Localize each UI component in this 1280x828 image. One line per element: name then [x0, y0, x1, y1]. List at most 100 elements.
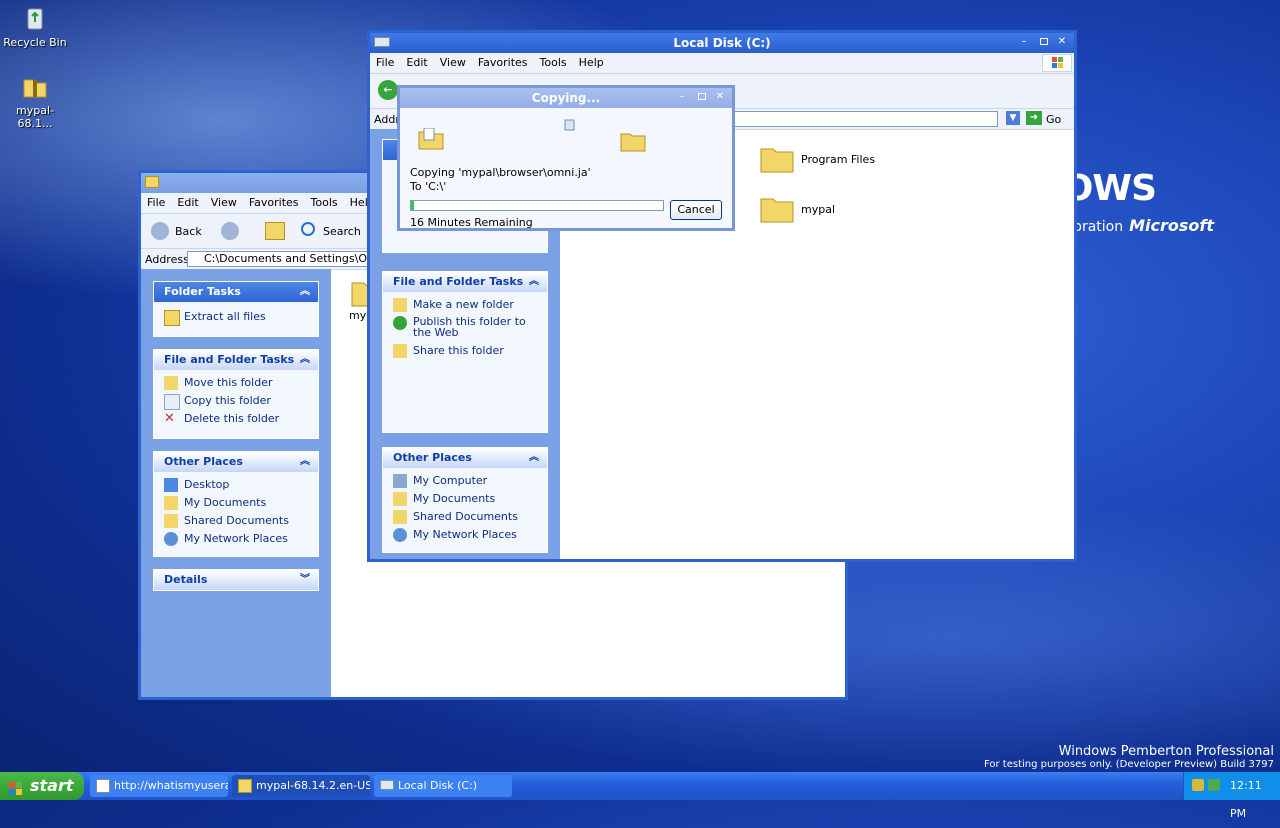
front-window-titlebar[interactable]: Local Disk (C:) – ✕ — [370, 33, 1074, 53]
zip-folder-icon — [21, 72, 49, 100]
mypal-zip-label: mypal-68.1... — [16, 104, 54, 130]
folder-icon — [145, 176, 159, 188]
my-computer-link[interactable]: My Computer — [383, 472, 547, 490]
network-places-link[interactable]: My Network Places — [383, 526, 547, 544]
search-button-label[interactable]: Search — [323, 225, 361, 238]
start-button[interactable]: start — [0, 772, 84, 800]
extract-all-files-link[interactable]: Extract all files — [154, 308, 318, 326]
menu-edit[interactable]: Edit — [400, 53, 433, 72]
back-address-input[interactable]: C:\Documents and Settings\Owner\De — [187, 251, 375, 267]
front-other-places-panel: Other Places ︽ My Computer My Documents S… — [382, 447, 548, 553]
menu-view[interactable]: View — [205, 193, 243, 212]
delete-folder-link[interactable]: ✕ Delete this folder — [154, 410, 318, 428]
close-button[interactable]: ✕ — [1056, 36, 1068, 48]
copy-icon — [164, 394, 180, 410]
cancel-button[interactable]: Cancel — [670, 200, 722, 220]
back-arrow-icon[interactable] — [151, 222, 169, 240]
network-places-icon — [393, 528, 407, 542]
folder-up-icon[interactable] — [265, 222, 285, 240]
zip-folder-icon — [238, 779, 252, 793]
forward-arrow-icon[interactable] — [221, 222, 239, 240]
time-remaining-text: 16 Minutes Remaining — [410, 216, 533, 229]
clock[interactable]: 12:11 PM — [1230, 772, 1280, 828]
tray-safely-remove-icon[interactable] — [1208, 779, 1220, 791]
build-watermark: Windows Pemberton Professional For testi… — [984, 744, 1274, 770]
address-dropdown-icon[interactable]: ▼ — [1006, 111, 1020, 125]
file-tasks-header[interactable]: File and Folder Tasks ︽ — [383, 272, 547, 292]
front-file-tasks-panel: File and Folder Tasks ︽ Make a new folder… — [382, 271, 548, 433]
back-details-panel: Details ︾ — [153, 569, 319, 591]
shared-documents-link[interactable]: Shared Documents — [154, 512, 318, 530]
minimize-button[interactable]: – — [676, 91, 688, 103]
menu-tools[interactable]: Tools — [305, 193, 344, 212]
flying-document-icon — [563, 118, 577, 132]
search-icon[interactable] — [301, 222, 315, 236]
menu-tools[interactable]: Tools — [534, 53, 573, 72]
share-folder-link[interactable]: Share this folder — [383, 342, 547, 360]
back-task-pane: Folder Tasks ︽ Extract all files File and… — [141, 269, 331, 697]
maximize-button[interactable] — [698, 93, 706, 100]
details-header[interactable]: Details ︾ — [154, 570, 318, 590]
drive-icon — [380, 780, 394, 790]
copying-destination-text: To 'C:\' — [410, 180, 447, 193]
minimize-button[interactable]: – — [1018, 36, 1030, 48]
menu-favorites[interactable]: Favorites — [472, 53, 534, 72]
other-places-header[interactable]: Other Places ︽ — [383, 448, 547, 468]
menu-file[interactable]: File — [370, 53, 400, 72]
move-folder-link[interactable]: Move this folder — [154, 374, 318, 392]
make-new-folder-link[interactable]: Make a new folder — [383, 296, 547, 314]
taskbar: start http://whatismyusera... mypal-68.1… — [0, 772, 1280, 820]
menu-file[interactable]: File — [141, 193, 171, 212]
zip-folder-icon — [164, 310, 180, 326]
dialog-titlebar[interactable]: Copying... – ✕ — [400, 88, 732, 108]
copy-folder-link[interactable]: Copy this folder — [154, 392, 318, 410]
close-button[interactable]: ✕ — [714, 91, 726, 103]
maximize-button[interactable] — [1040, 38, 1048, 45]
taskbar-item-mypal-zip[interactable]: mypal-68.14.2.en-US.... — [232, 775, 370, 797]
browser-page-icon — [96, 779, 110, 793]
shared-documents-icon — [393, 510, 407, 524]
menu-edit[interactable]: Edit — [171, 193, 204, 212]
folder-mypal-label[interactable]: mypal — [801, 203, 835, 216]
network-places-link[interactable]: My Network Places — [154, 530, 318, 548]
address-label: Addr — [374, 113, 400, 126]
copy-progress-bar — [410, 200, 664, 211]
my-documents-link[interactable]: My Documents — [383, 490, 547, 508]
taskbar-item-browser[interactable]: http://whatismyusera... — [90, 775, 228, 797]
destination-folder-icon — [620, 130, 646, 152]
file-tasks-header[interactable]: File and Folder Tasks ︽ — [154, 350, 318, 370]
go-button[interactable]: Go — [1046, 113, 1061, 126]
collapse-chevron-icon: ︽ — [529, 452, 539, 463]
menu-favorites[interactable]: Favorites — [243, 193, 305, 212]
folder-tasks-header[interactable]: Folder Tasks ︽ — [154, 282, 318, 302]
windows-flag-icon — [1042, 54, 1072, 72]
folder-mypal-icon[interactable] — [760, 193, 794, 223]
recycle-bin-desktop-icon[interactable]: Recycle Bin — [0, 4, 70, 49]
menu-help[interactable]: Help — [573, 53, 610, 72]
copying-dialog[interactable]: Copying... – ✕ Copying 'mypal\browser\om… — [397, 85, 735, 231]
front-address-input[interactable] — [732, 111, 998, 127]
my-documents-link[interactable]: My Documents — [154, 494, 318, 512]
copy-progress-fill — [411, 201, 414, 210]
windows-flag-icon — [8, 778, 24, 795]
dialog-body: Copying 'mypal\browser\omni.ja' To 'C:\'… — [400, 108, 732, 229]
delete-x-icon: ✕ — [164, 411, 175, 426]
shared-documents-link[interactable]: Shared Documents — [383, 508, 547, 526]
go-arrow-icon[interactable]: ➜ — [1026, 111, 1042, 125]
taskbar-item-local-disk[interactable]: Local Disk (C:) — [374, 775, 512, 797]
tray-network-icon[interactable] — [1192, 779, 1204, 791]
menu-view[interactable]: View — [434, 53, 472, 72]
publish-folder-link[interactable]: Publish this folder to the Web — [383, 314, 533, 342]
mypal-zip-desktop-icon[interactable]: mypal-68.1... — [0, 72, 70, 130]
watermark-build: For testing purposes only. (Developer Pr… — [984, 759, 1274, 770]
watermark-title: Windows Pemberton Professional — [1058, 744, 1274, 759]
back-button-label[interactable]: Back — [175, 225, 202, 238]
recycle-bin-label: Recycle Bin — [3, 36, 67, 49]
other-places-header[interactable]: Other Places ︽ — [154, 452, 318, 472]
folder-program-files-label[interactable]: Program Files — [801, 153, 875, 166]
back-arrow-icon[interactable]: ← — [378, 80, 398, 100]
folder-program-files-icon[interactable] — [760, 143, 794, 173]
collapse-chevron-icon: ︽ — [529, 276, 539, 287]
network-places-icon — [164, 532, 178, 546]
desktop-link[interactable]: Desktop — [154, 476, 318, 494]
